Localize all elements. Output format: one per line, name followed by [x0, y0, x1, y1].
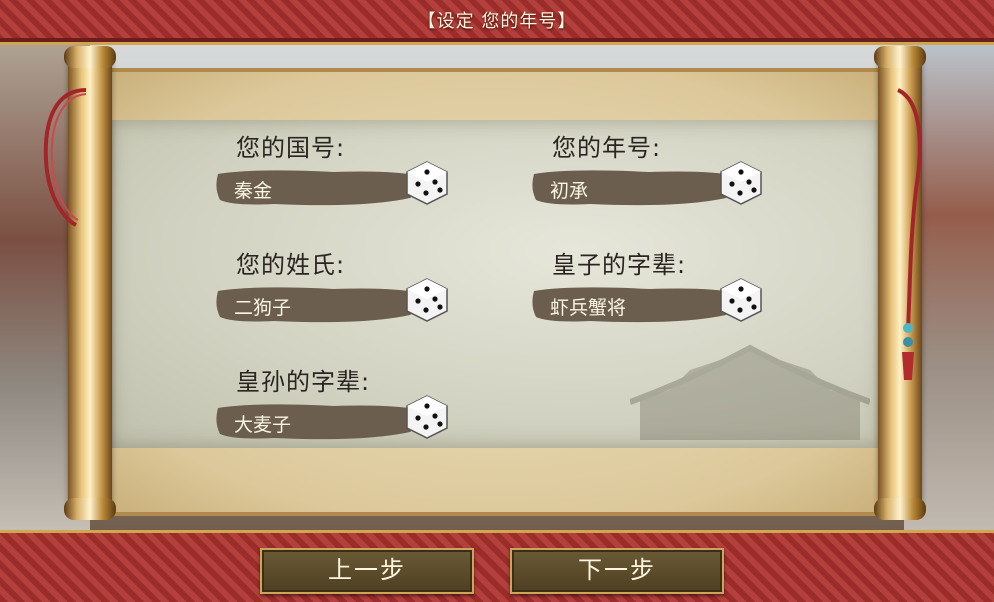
- footer-bar: [0, 530, 994, 602]
- country-label: 您的国号:: [236, 134, 346, 162]
- prince-label: 皇子的字辈:: [552, 251, 687, 279]
- grandson-value: 大麦子: [234, 414, 292, 436]
- surname-input[interactable]: 二狗子: [214, 285, 424, 325]
- surname-value: 二狗子: [234, 297, 292, 319]
- dice-icon[interactable]: [718, 160, 764, 206]
- right-cord: [897, 88, 922, 380]
- grandson-label: 皇孙的字辈:: [236, 368, 371, 396]
- era-label: 您的年号:: [552, 134, 662, 162]
- era-value: 初承: [550, 180, 589, 202]
- dice-icon[interactable]: [404, 394, 450, 440]
- title-bar: 【设定 您的年号】: [0, 0, 994, 45]
- prev-step-button[interactable]: 上一步: [260, 548, 474, 594]
- next-step-button[interactable]: 下一步: [510, 548, 724, 594]
- palace-silhouette: [630, 344, 870, 440]
- dice-icon[interactable]: [404, 277, 450, 323]
- dice-icon[interactable]: [404, 160, 450, 206]
- surname-label: 您的姓氏:: [236, 251, 346, 279]
- country-input[interactable]: 秦金: [214, 168, 424, 208]
- grandson-input[interactable]: 大麦子: [214, 402, 424, 442]
- prince-value: 虾兵蟹将: [550, 297, 627, 319]
- era-input[interactable]: 初承: [530, 168, 740, 208]
- country-value: 秦金: [234, 180, 273, 202]
- left-cord: [43, 88, 87, 227]
- page-title: 【设定 您的年号】: [417, 11, 577, 32]
- dice-icon[interactable]: [718, 277, 764, 323]
- prince-input[interactable]: 虾兵蟹将: [530, 285, 740, 325]
